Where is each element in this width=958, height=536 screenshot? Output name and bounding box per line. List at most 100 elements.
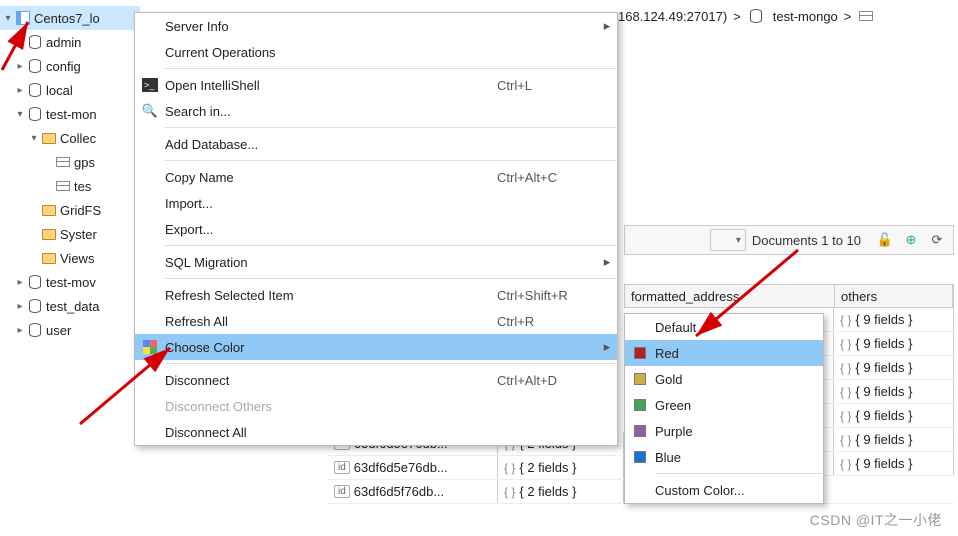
menu-item-label: Refresh All: [165, 314, 497, 329]
menu-item-shortcut: Ctrl+Alt+D: [497, 373, 597, 388]
db-icon: [26, 81, 44, 99]
tree-item-label: test_data: [46, 299, 100, 314]
menu-item-server-info[interactable]: Server Info▸: [135, 13, 617, 39]
chevron-icon: ▸: [14, 277, 26, 288]
collection-icon: [857, 7, 875, 25]
tree-item-gridfs[interactable]: GridFS: [0, 198, 140, 222]
watermark: CSDN @IT之一小佬: [810, 510, 942, 530]
tree-item-label: Syster: [60, 227, 97, 242]
search-icon: 🔍: [135, 103, 165, 119]
menu-item-add-database-[interactable]: Add Database...: [135, 131, 617, 157]
color-item-gold[interactable]: Gold: [625, 366, 823, 392]
tree-item-views[interactable]: Views: [0, 246, 140, 270]
chevron-icon: ▸: [14, 37, 26, 48]
color-item-green[interactable]: Green: [625, 392, 823, 418]
db-icon: [26, 105, 44, 123]
menu-item-shortcut: Ctrl+R: [497, 314, 597, 329]
color-swatch-icon: [625, 399, 655, 411]
menu-item-current-operations[interactable]: Current Operations: [135, 39, 617, 65]
menu-item-label: Search in...: [165, 104, 497, 119]
color-item-red[interactable]: Red: [625, 340, 823, 366]
cell-others: { } { 9 fields }: [834, 332, 954, 355]
cell-id: id 63df6d5f76db...: [328, 480, 498, 503]
menu-item-disconnect[interactable]: DisconnectCtrl+Alt+D: [135, 367, 617, 393]
cell-id: id 63df6d5e76db...: [328, 456, 498, 479]
menu-item-copy-name[interactable]: Copy NameCtrl+Alt+C: [135, 164, 617, 190]
tree-item-config[interactable]: ▸config: [0, 54, 140, 78]
tree-item-gps[interactable]: gps: [0, 150, 140, 174]
menu-item-label: Copy Name: [165, 170, 497, 185]
tree-item-test-mon[interactable]: ▾test-mon: [0, 102, 140, 126]
documents-range: Documents 1 to 10: [752, 233, 861, 248]
tree-item-label: GridFS: [60, 203, 101, 218]
menu-item-label: Refresh Selected Item: [165, 288, 497, 303]
db-icon: [26, 321, 44, 339]
connection-tree: ▾ Centos7_lo ▸admin▸config▸local▾test-mo…: [0, 6, 140, 342]
result-toolbar: ▾ Documents 1 to 10 🔓 ⊕ ⟳: [624, 225, 954, 255]
color-item-label: Green: [655, 398, 823, 413]
tree-root[interactable]: ▾ Centos7_lo: [0, 6, 140, 30]
menu-item-label: Choose Color: [165, 340, 497, 355]
page-dropdown[interactable]: ▾: [710, 229, 746, 251]
folder-icon: [40, 129, 58, 147]
color-item-purple[interactable]: Purple: [625, 418, 823, 444]
server-icon: [14, 9, 32, 27]
tree-item-collec[interactable]: ▾Collec: [0, 126, 140, 150]
menu-item-label: Export...: [165, 222, 497, 237]
palette-icon: [135, 340, 165, 354]
tree-item-test_data[interactable]: ▸test_data: [0, 294, 140, 318]
tree-item-user[interactable]: ▸user: [0, 318, 140, 342]
menu-item-disconnect-all[interactable]: Disconnect All: [135, 419, 617, 445]
menu-item-export-[interactable]: Export...: [135, 216, 617, 242]
folder-icon: [40, 201, 58, 219]
refresh-icon[interactable]: ⟳: [927, 230, 947, 250]
menu-item-refresh-selected-item[interactable]: Refresh Selected ItemCtrl+Shift+R: [135, 282, 617, 308]
color-swatch-icon: [625, 347, 655, 359]
tree-item-label: config: [46, 59, 81, 74]
table-row[interactable]: id 63df6d5e76db...{ } { 2 fields }: [328, 456, 624, 480]
color-item-blue[interactable]: Blue: [625, 444, 823, 470]
column-header[interactable]: others: [835, 285, 953, 307]
color-item-label: Custom Color...: [655, 483, 823, 498]
menu-item-refresh-all[interactable]: Refresh AllCtrl+R: [135, 308, 617, 334]
tree-item-test-mov[interactable]: ▸test-mov: [0, 270, 140, 294]
add-doc-icon[interactable]: ⊕: [901, 230, 921, 250]
chevron-icon: ▾: [14, 109, 26, 120]
cell-others: { } { 9 fields }: [834, 428, 954, 451]
lock-icon[interactable]: 🔓: [875, 230, 895, 250]
menu-item-label: Add Database...: [165, 137, 497, 152]
color-item-label: Blue: [655, 450, 823, 465]
db-icon: [26, 57, 44, 75]
menu-item-import-[interactable]: Import...: [135, 190, 617, 216]
tree-item-local[interactable]: ▸ local: [0, 78, 140, 102]
breadcrumb-db: test-mongo: [773, 9, 838, 24]
column-header[interactable]: formatted_address: [625, 285, 835, 307]
tree-item-tes[interactable]: tes: [0, 174, 140, 198]
tree-item-label: gps: [74, 155, 95, 170]
menu-item-label: Server Info: [165, 19, 497, 34]
chevron-icon: ▸: [14, 325, 26, 336]
tree-root-label: Centos7_lo: [34, 11, 100, 26]
tree-item-label: local: [46, 83, 73, 98]
cell-others: { } { 9 fields }: [834, 356, 954, 379]
tree-item-label: Collec: [60, 131, 96, 146]
cell-others: { } { 9 fields }: [834, 380, 954, 403]
chevron-down-icon: ▾: [2, 13, 14, 24]
chevron-icon: ▸: [14, 85, 26, 96]
menu-item-search-in-[interactable]: 🔍Search in...: [135, 98, 617, 124]
menu-item-choose-color[interactable]: Choose Color▸: [135, 334, 617, 360]
color-item-default[interactable]: Default: [625, 314, 823, 340]
coll-icon: [54, 153, 72, 171]
menu-item-sql-migration[interactable]: SQL Migration▸: [135, 249, 617, 275]
cell-others: { } { 9 fields }: [834, 452, 954, 475]
breadcrumb-host: 168.124.49:27017): [618, 9, 727, 24]
tree-item-label: admin: [46, 35, 81, 50]
menu-item-disconnect-others: Disconnect Others: [135, 393, 617, 419]
tree-item-syster[interactable]: Syster: [0, 222, 140, 246]
color-item-label: Purple: [655, 424, 823, 439]
tree-item-admin[interactable]: ▸ admin: [0, 30, 140, 54]
table-row[interactable]: id 63df6d5f76db...{ } { 2 fields }: [328, 480, 624, 504]
color-swatch-icon: [625, 373, 655, 385]
menu-item-open-intellishell[interactable]: >_Open IntelliShellCtrl+L: [135, 72, 617, 98]
color-item-custom-color-[interactable]: Custom Color...: [625, 477, 823, 503]
